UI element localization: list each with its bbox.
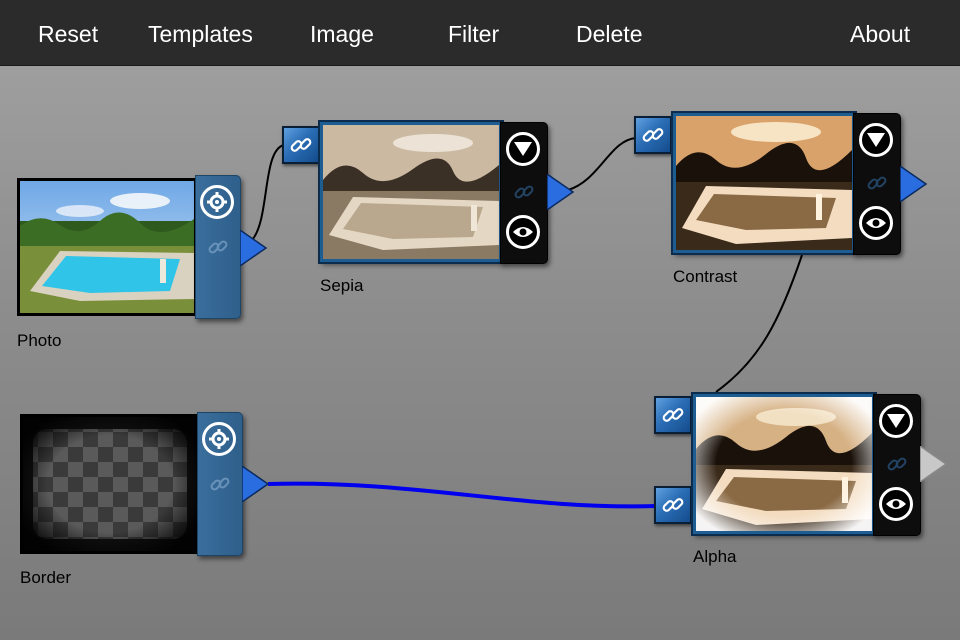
photo-output-arrow-icon[interactable] [240, 230, 268, 266]
node-label-border: Border [20, 568, 72, 587]
contrast-output-arrow-icon[interactable] [900, 166, 928, 202]
border-settings-button[interactable] [202, 422, 236, 456]
contrast-preview-button[interactable] [859, 206, 893, 240]
contrast-preview-image [676, 116, 852, 250]
border-side-panel [197, 412, 243, 556]
triangle-down-icon [514, 142, 532, 156]
sepia-side-panel [500, 122, 548, 264]
sepia-thumbnail[interactable] [320, 122, 502, 262]
alpha-input-link-button-2[interactable] [654, 486, 692, 524]
wire-photo-sepia [251, 144, 285, 241]
alpha-expand-button[interactable] [879, 404, 913, 438]
link-icon [662, 408, 684, 422]
photo-side-panel [195, 175, 241, 319]
triangle-down-icon [887, 414, 905, 428]
eye-icon [513, 227, 533, 237]
node-label-sepia: Sepia [320, 276, 364, 295]
link-icon [514, 185, 534, 199]
contrast-side-panel [853, 113, 901, 255]
alpha-side-panel [873, 394, 921, 536]
triangle-down-icon [867, 133, 885, 147]
link-icon [887, 457, 907, 471]
alpha-thumbnail[interactable] [693, 394, 875, 534]
eye-icon [866, 218, 886, 228]
alpha-preview-image [696, 397, 872, 531]
alpha-input-link-button-1[interactable] [654, 396, 692, 434]
wire-sepia-contrast [567, 137, 637, 191]
border-output-arrow-icon[interactable] [242, 466, 270, 502]
sepia-input-link-button[interactable] [282, 126, 320, 164]
link-icon [290, 138, 312, 152]
gear-icon [207, 192, 227, 212]
node-label-contrast: Contrast [673, 267, 738, 286]
link-icon [662, 498, 684, 512]
alpha-output-arrow-icon[interactable] [920, 446, 948, 482]
contrast-expand-button[interactable] [859, 123, 893, 157]
link-icon [867, 176, 887, 190]
pool-photo-image [20, 181, 194, 313]
sepia-expand-button[interactable] [506, 132, 540, 166]
node-label-alpha: Alpha [693, 547, 737, 566]
border-mask-image [23, 417, 197, 551]
link-icon [210, 477, 230, 491]
contrast-thumbnail[interactable] [673, 113, 855, 253]
sepia-preview-image [323, 125, 499, 259]
wire-border-alpha [267, 481, 657, 509]
contrast-input-link-button[interactable] [634, 116, 672, 154]
node-label-photo: Photo [17, 331, 62, 350]
link-icon [642, 128, 664, 142]
border-thumbnail[interactable] [20, 414, 200, 554]
alpha-preview-button[interactable] [879, 487, 913, 521]
photo-thumbnail[interactable] [17, 178, 197, 316]
sepia-output-arrow-icon[interactable] [547, 174, 575, 210]
eye-icon [886, 499, 906, 509]
gear-icon [209, 429, 229, 449]
sepia-preview-button[interactable] [506, 215, 540, 249]
photo-settings-button[interactable] [200, 185, 234, 219]
link-icon [208, 240, 228, 254]
